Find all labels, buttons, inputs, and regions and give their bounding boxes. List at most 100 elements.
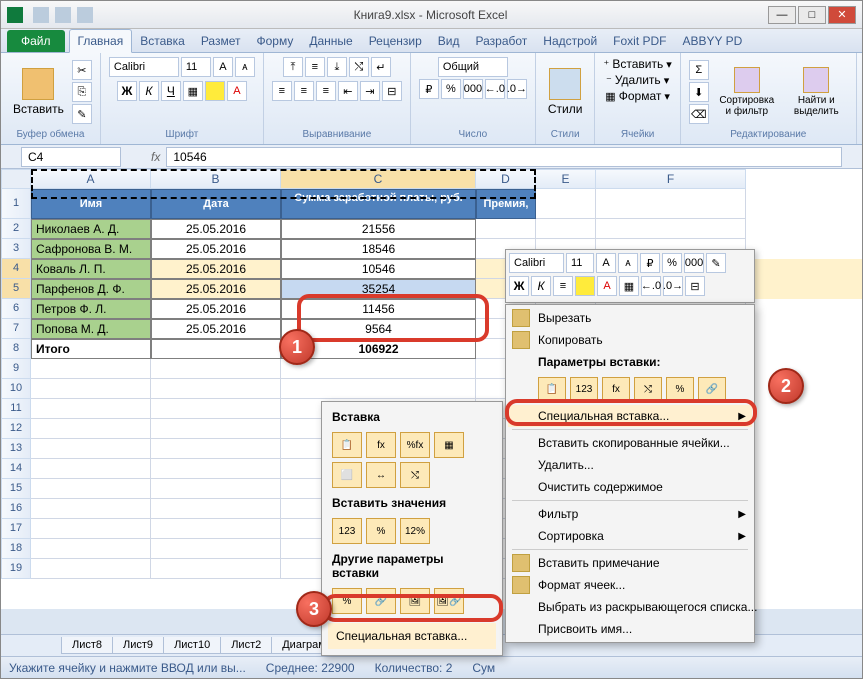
paste-format-icon[interactable]: % (666, 377, 694, 401)
sub-paste-transpose-icon[interactable]: ⤭ (400, 462, 430, 488)
row-header-8[interactable]: 8 (1, 339, 31, 359)
sub-paste-fmt-icon[interactable]: % (332, 588, 362, 614)
cell-name[interactable]: Коваль Л. П. (31, 259, 151, 279)
tab-addins[interactable]: Надстрой (535, 30, 605, 52)
font-color-icon[interactable]: A (227, 81, 247, 101)
align-middle-icon[interactable]: ≡ (305, 57, 325, 77)
autosum-icon[interactable]: Σ (689, 60, 709, 80)
font-size-combo[interactable]: 11 (181, 57, 211, 77)
cell-e1[interactable] (536, 189, 596, 219)
sub-paste-fxfmt-icon[interactable]: %fx (400, 432, 430, 458)
sub-paste-keepfmt-icon[interactable]: ▦ (434, 432, 464, 458)
mini-italic-button[interactable]: К (531, 276, 551, 296)
col-header-f[interactable]: F (596, 169, 746, 189)
ctx-insert-copied[interactable]: Вставить скопированные ячейки... (508, 432, 752, 454)
row-header-3[interactable]: 3 (1, 239, 31, 259)
redo-icon[interactable] (77, 7, 93, 23)
sheet-tab[interactable]: Лист10 (163, 637, 221, 654)
mini-grow-font-icon[interactable]: A (596, 253, 616, 273)
fill-icon[interactable]: ⬇ (689, 82, 709, 102)
sub-paste-fx-icon[interactable]: fx (366, 432, 396, 458)
sort-filter-button[interactable]: Сортировка и фильтр (713, 65, 781, 119)
row-header-4[interactable]: 4 (1, 259, 31, 279)
mini-inc-decimal-icon[interactable]: ←.0 (641, 276, 661, 296)
sheet-tab[interactable]: Лист9 (112, 637, 164, 654)
paste-button[interactable]: Вставить (9, 66, 68, 118)
paste-all-icon[interactable]: 📋 (538, 377, 566, 401)
row-header-2[interactable]: 2 (1, 219, 31, 239)
sub-paste-colwidth-icon[interactable]: ↔ (366, 462, 396, 488)
sub-paste-link-icon[interactable]: 🔗 (366, 588, 396, 614)
ctx-delete[interactable]: Удалить... (508, 454, 752, 476)
select-all-corner[interactable] (1, 169, 31, 189)
row-header-7[interactable]: 7 (1, 319, 31, 339)
format-painter-icon[interactable]: ✎ (72, 104, 92, 124)
fx-icon[interactable]: fx (151, 150, 160, 164)
minimize-button[interactable]: — (768, 6, 796, 24)
tab-home[interactable]: Главная (69, 29, 133, 53)
name-box[interactable]: C4 (21, 147, 121, 167)
paste-transpose-icon[interactable]: ⤭ (634, 377, 662, 401)
submenu-paste-special[interactable]: Специальная вставка... (328, 623, 496, 649)
ctx-define-name[interactable]: Присвоить имя... (508, 618, 752, 640)
cell-sum[interactable]: 18546 (281, 239, 476, 259)
ctx-sort[interactable]: Сортировка▶ (508, 525, 752, 547)
ctx-filter[interactable]: Фильтр▶ (508, 503, 752, 525)
header-date[interactable]: Дата (151, 189, 281, 219)
tab-abbyy[interactable]: ABBYY PD (675, 30, 751, 52)
cut-icon[interactable]: ✂ (72, 60, 92, 80)
paste-values-icon[interactable]: 123 (570, 377, 598, 401)
cell-date[interactable]: 25.05.2016 (151, 239, 281, 259)
cell-name[interactable]: Петров Ф. Л. (31, 299, 151, 319)
ctx-dropdown[interactable]: Выбрать из раскрывающегося списка... (508, 596, 752, 618)
row-header-5[interactable]: 5 (1, 279, 31, 299)
cell-sum[interactable]: 35254 (281, 279, 476, 299)
ctx-copy[interactable]: Копировать (508, 329, 752, 351)
increase-decimal-icon[interactable]: ←.0 (485, 79, 505, 99)
tab-foxit[interactable]: Foxit PDF (605, 30, 674, 52)
cell-date[interactable]: 25.05.2016 (151, 259, 281, 279)
sub-paste-piclink-icon[interactable]: 🖼🔗 (434, 588, 464, 614)
tab-formulas[interactable]: Форму (248, 30, 301, 52)
undo-icon[interactable] (55, 7, 71, 23)
find-select-button[interactable]: Найти и выделить (785, 65, 848, 119)
save-icon[interactable] (33, 7, 49, 23)
mini-bold-button[interactable]: Ж (509, 276, 529, 296)
currency-icon[interactable]: ₽ (419, 79, 439, 99)
col-header-d[interactable]: D (476, 169, 536, 189)
ctx-format-cells[interactable]: Формат ячеек... (508, 574, 752, 596)
shrink-font-icon[interactable]: ᴀ (235, 57, 255, 77)
sub-paste-noborder-icon[interactable]: ⬜ (332, 462, 362, 488)
mini-shrink-font-icon[interactable]: ᴀ (618, 253, 638, 273)
cells-format-button[interactable]: ▦ Формат ▾ (605, 89, 670, 103)
cell-name[interactable]: Николаев А. Д. (31, 219, 151, 239)
cell-f1[interactable] (596, 189, 746, 219)
cell-total-label[interactable]: Итого (31, 339, 151, 359)
header-bonus[interactable]: Премия, (476, 189, 536, 219)
cell-sum[interactable]: 11456 (281, 299, 476, 319)
ctx-clear[interactable]: Очистить содержимое (508, 476, 752, 498)
orientation-icon[interactable]: ⤭ (349, 57, 369, 77)
tab-layout[interactable]: Размет (193, 30, 249, 52)
increase-indent-icon[interactable]: ⇥ (360, 81, 380, 101)
col-header-b[interactable]: B (151, 169, 281, 189)
align-right-icon[interactable]: ≡ (316, 81, 336, 101)
mini-merge-icon[interactable]: ⊟ (685, 276, 705, 296)
sheet-tab[interactable]: Лист2 (220, 637, 272, 654)
tab-review[interactable]: Рецензир (361, 30, 430, 52)
mini-font-combo[interactable]: Calibri (509, 253, 564, 273)
col-header-e[interactable]: E (536, 169, 596, 189)
tab-insert[interactable]: Вставка (132, 30, 193, 52)
copy-icon[interactable]: ⎘ (72, 82, 92, 102)
sub-paste-pic-icon[interactable]: 🖼 (400, 588, 430, 614)
grow-font-icon[interactable]: A (213, 57, 233, 77)
mini-border-icon[interactable]: ▦ (619, 276, 639, 296)
cells-insert-button[interactable]: ⁺ Вставить ▾ (603, 57, 671, 71)
ctx-cut[interactable]: Вырезать (508, 307, 752, 329)
align-center-icon[interactable]: ≡ (294, 81, 314, 101)
formula-input[interactable]: 10546 (166, 147, 842, 167)
cells-delete-button[interactable]: ⁻ Удалить ▾ (606, 73, 669, 87)
cell-date[interactable]: 25.05.2016 (151, 219, 281, 239)
cell-sum[interactable]: 21556 (281, 219, 476, 239)
sub-paste-values-icon[interactable]: 123 (332, 518, 362, 544)
